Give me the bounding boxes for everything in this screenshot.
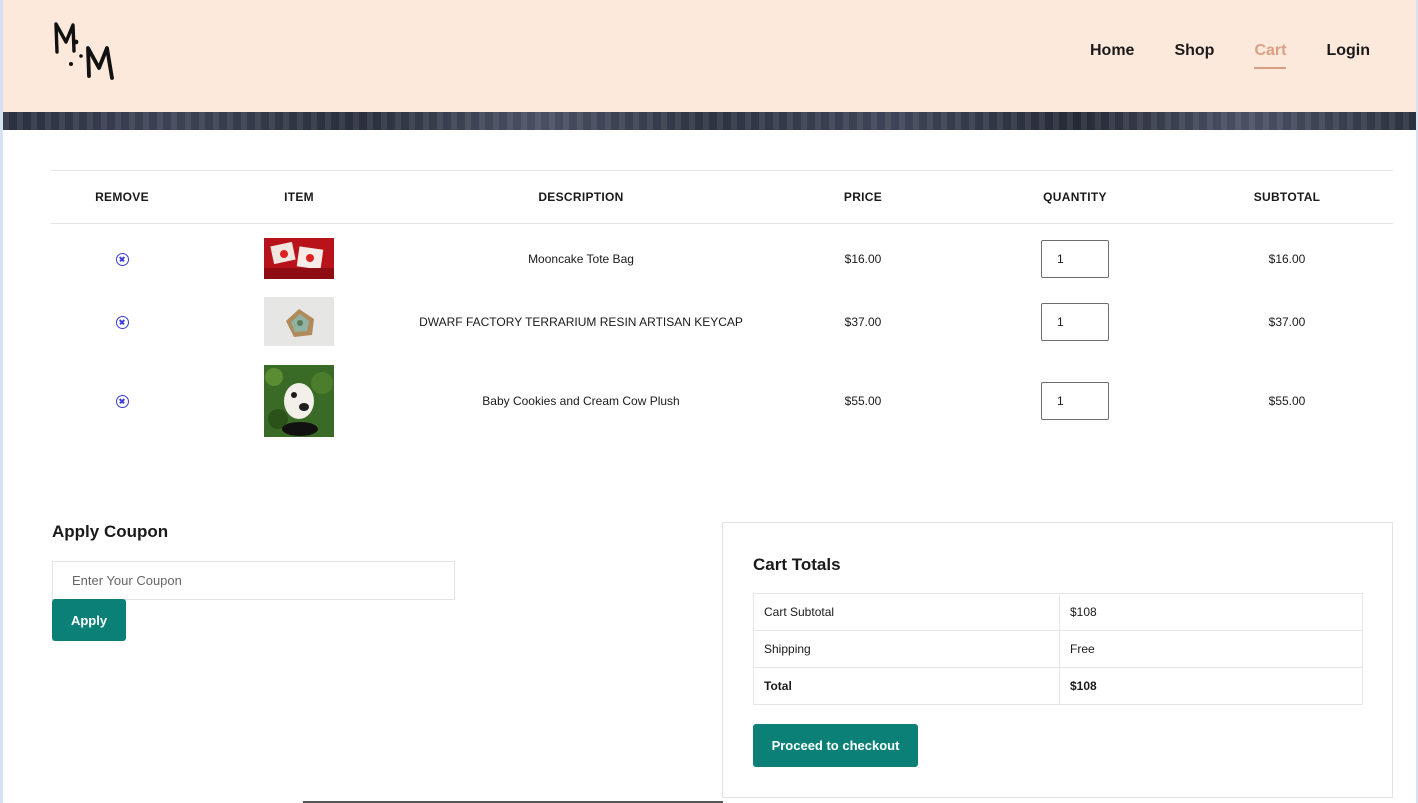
product-thumbnail[interactable] <box>264 238 334 280</box>
header-description: DESCRIPTION <box>405 170 757 224</box>
item-description: Mooncake Tote Bag <box>528 251 634 266</box>
header-price: PRICE <box>757 170 969 224</box>
header-subtotal: SUBTOTAL <box>1181 170 1393 224</box>
nav-shop[interactable]: Shop <box>1174 42 1214 60</box>
coupon-input[interactable] <box>52 561 455 600</box>
item-price: $37.00 <box>844 314 882 329</box>
coupon-title: Apply Coupon <box>52 522 169 541</box>
item-subtotal: $37.00 <box>1268 314 1306 329</box>
site-header: Home Shop Cart Login <box>3 0 1416 112</box>
proceed-to-checkout-button[interactable]: Proceed to checkout <box>753 724 918 767</box>
totals-row: Cart Subtotal $108 <box>753 593 1363 631</box>
totals-value: Free <box>1059 630 1363 668</box>
cart-row: DWARF FACTORY TERRARIUM RESIN ARTISAN KE… <box>51 294 1393 350</box>
site-logo[interactable] <box>51 18 123 84</box>
item-price: $55.00 <box>844 393 882 408</box>
cart-totals-panel: Cart Totals Cart Subtotal $108 Shipping … <box>722 522 1393 798</box>
totals-value: $108 <box>1059 593 1363 631</box>
item-subtotal: $16.00 <box>1268 251 1306 266</box>
quantity-input[interactable] <box>1041 302 1109 341</box>
remove-item-icon[interactable] <box>115 252 129 266</box>
quantity-input[interactable] <box>1041 381 1109 420</box>
totals-label: Cart Subtotal <box>753 593 1060 631</box>
product-thumbnail[interactable] <box>264 364 334 437</box>
item-subtotal: $55.00 <box>1268 393 1306 408</box>
apply-coupon-button[interactable]: Apply <box>52 599 126 641</box>
item-price: $16.00 <box>844 251 882 266</box>
totals-row: Total $108 <box>753 667 1363 705</box>
product-thumbnail[interactable] <box>264 297 334 346</box>
cart-row: Baby Cookies and Cream Cow Plush $55.00 … <box>51 350 1393 452</box>
remove-item-icon[interactable] <box>115 394 129 408</box>
cart-table-header: REMOVE ITEM DESCRIPTION PRICE QUANTITY S… <box>51 170 1393 224</box>
cart-totals-title: Cart Totals <box>753 555 841 574</box>
nav-home[interactable]: Home <box>1090 42 1134 60</box>
quantity-input[interactable] <box>1041 239 1109 278</box>
item-description: DWARF FACTORY TERRARIUM RESIN ARTISAN KE… <box>419 314 743 329</box>
totals-row: Shipping Free <box>753 630 1363 668</box>
cart-table: REMOVE ITEM DESCRIPTION PRICE QUANTITY S… <box>51 170 1393 452</box>
nav-cart[interactable]: Cart <box>1254 42 1287 69</box>
cart-page: Home Shop Cart Login REMOVE ITEM DESCRIP… <box>0 0 1418 803</box>
cart-totals-table: Cart Subtotal $108 Shipping Free Total $… <box>753 593 1363 705</box>
cart-row: Mooncake Tote Bag $16.00 $16.00 <box>51 224 1393 294</box>
header-item: ITEM <box>193 170 405 224</box>
main-nav: Home Shop Cart Login <box>1090 42 1370 69</box>
nav-login[interactable]: Login <box>1326 42 1370 60</box>
totals-label: Total <box>753 667 1060 705</box>
totals-label: Shipping <box>753 630 1060 668</box>
totals-value: $108 <box>1059 667 1363 705</box>
header-quantity: QUANTITY <box>969 170 1181 224</box>
header-remove: REMOVE <box>51 170 193 224</box>
header-banner-image <box>3 112 1416 130</box>
remove-item-icon[interactable] <box>115 315 129 329</box>
item-description: Baby Cookies and Cream Cow Plush <box>482 393 680 408</box>
